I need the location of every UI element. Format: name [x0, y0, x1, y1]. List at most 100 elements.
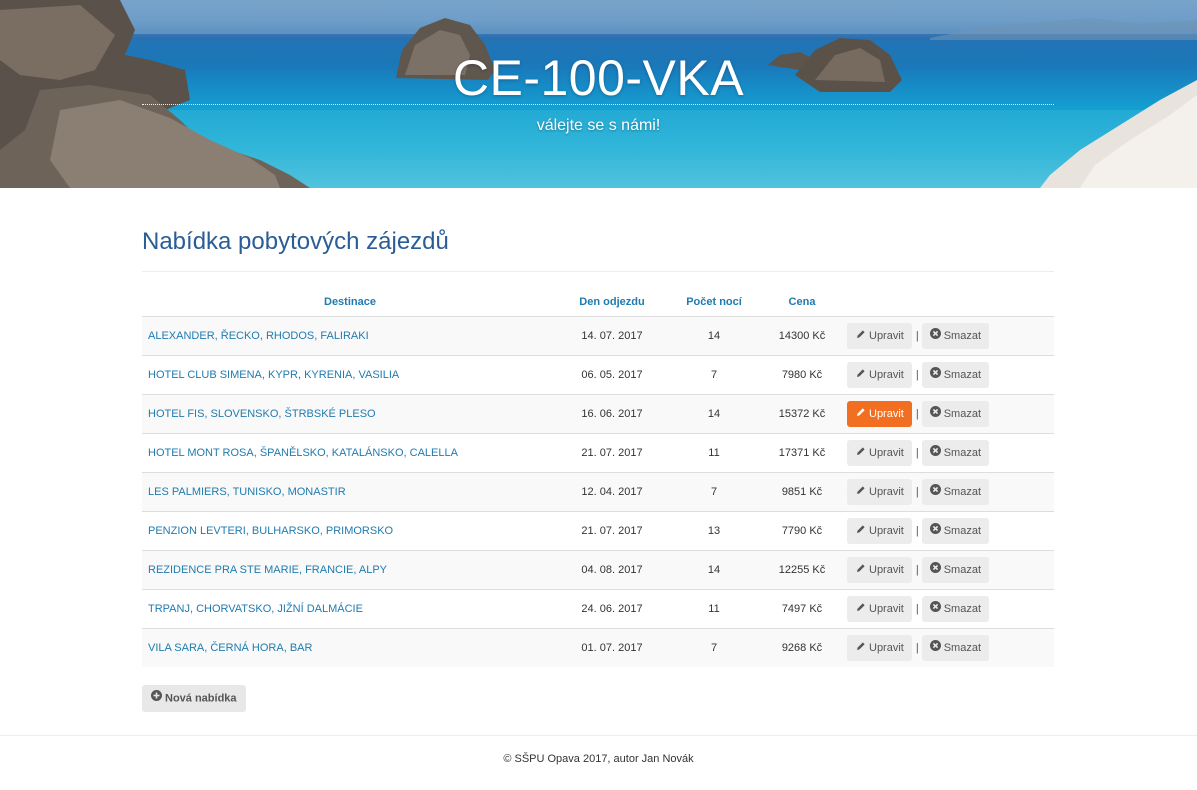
table-row: HOTEL MONT ROSA, ŠPANĚLSKO, KATALÁNSKO, …: [142, 433, 1054, 473]
edit-button[interactable]: Upravit: [847, 440, 912, 466]
row-actions: Upravit | Smazat: [842, 628, 1054, 667]
delete-button[interactable]: Smazat: [921, 557, 989, 583]
edit-button[interactable]: Upravit: [847, 479, 912, 505]
delete-label: Smazat: [943, 603, 981, 615]
delete-button[interactable]: Smazat: [921, 401, 989, 427]
table-row: ALEXANDER, ŘECKO, RHODOS, FALIRAKI 14. 07…: [142, 316, 1054, 356]
departure-date: 06. 05. 2017: [558, 355, 666, 395]
row-actions: Upravit | Smazat: [842, 589, 1054, 629]
nights-count: 7: [666, 628, 762, 667]
departure-date: 12. 04. 2017: [558, 472, 666, 512]
action-separator: |: [915, 642, 919, 654]
destination-link[interactable]: REZIDENCE PRA STE MARIE, FRANCIE, ALPY: [142, 550, 558, 590]
departure-date: 21. 07. 2017: [558, 433, 666, 473]
destination-link[interactable]: TRPANJ, CHORVATSKO, JIŽNÍ DALMÁCIE: [142, 589, 558, 629]
pencil-icon: [855, 362, 866, 388]
remove-circle-icon: [929, 596, 941, 622]
row-actions: Upravit | Smazat: [842, 511, 1054, 551]
action-separator: |: [915, 486, 919, 498]
row-actions: Upravit | Smazat: [842, 394, 1054, 434]
plus-circle-icon: [151, 685, 162, 712]
table-row: REZIDENCE PRA STE MARIE, FRANCIE, ALPY 04…: [142, 550, 1054, 590]
title-divider: [142, 104, 1054, 105]
edit-button[interactable]: Upravit: [847, 557, 912, 583]
destination-link[interactable]: PENZION LEVTERI, BULHARSKO, PRIMORSKO: [142, 511, 558, 551]
departure-date: 24. 06. 2017: [558, 589, 666, 629]
edit-label: Upravit: [869, 603, 904, 615]
pencil-icon: [855, 440, 866, 466]
pencil-icon: [855, 557, 866, 583]
destination-link[interactable]: ALEXANDER, ŘECKO, RHODOS, FALIRAKI: [142, 316, 558, 356]
remove-circle-icon: [929, 557, 941, 583]
destination-link[interactable]: VILA SARA, ČERNÁ HORA, BAR: [142, 628, 558, 667]
pencil-icon: [855, 596, 866, 622]
heading-divider: [142, 271, 1054, 272]
price-value: 9268 Kč: [762, 628, 842, 667]
edit-label: Upravit: [869, 642, 904, 654]
page-title: Nabídka pobytových zájezdů: [142, 228, 449, 255]
departure-date: 16. 06. 2017: [558, 394, 666, 434]
nights-count: 14: [666, 316, 762, 356]
table-row: TRPANJ, CHORVATSKO, JIŽNÍ DALMÁCIE 24. 06…: [142, 589, 1054, 629]
edit-button[interactable]: Upravit: [847, 518, 912, 544]
column-header-nights[interactable]: Počet nocí: [666, 288, 762, 317]
edit-button[interactable]: Upravit: [847, 401, 912, 427]
destination-link[interactable]: HOTEL MONT ROSA, ŠPANĚLSKO, KATALÁNSKO, …: [142, 433, 558, 473]
remove-circle-icon: [929, 635, 941, 661]
delete-button[interactable]: Smazat: [921, 635, 989, 661]
price-value: 7980 Kč: [762, 355, 842, 395]
action-separator: |: [915, 330, 919, 342]
price-value: 14300 Kč: [762, 316, 842, 356]
action-separator: |: [915, 603, 919, 615]
delete-button[interactable]: Smazat: [921, 362, 989, 388]
destination-link[interactable]: HOTEL FIS, SLOVENSKO, ŠTRBSKÉ PLESO: [142, 394, 558, 434]
column-header-destination[interactable]: Destinace: [142, 288, 558, 317]
remove-circle-icon: [929, 401, 941, 427]
action-separator: |: [915, 447, 919, 459]
delete-button[interactable]: Smazat: [921, 596, 989, 622]
delete-label: Smazat: [943, 447, 981, 459]
pencil-icon: [855, 518, 866, 544]
delete-button[interactable]: Smazat: [921, 479, 989, 505]
edit-button[interactable]: Upravit: [847, 635, 912, 661]
action-separator: |: [915, 408, 919, 420]
new-offer-button[interactable]: Nová nabídka: [142, 685, 246, 712]
price-value: 17371 Kč: [762, 433, 842, 473]
pencil-icon: [855, 635, 866, 661]
remove-circle-icon: [929, 518, 941, 544]
price-value: 7790 Kč: [762, 511, 842, 551]
new-offer-label: Nová nabídka: [165, 692, 237, 705]
delete-label: Smazat: [943, 525, 981, 537]
price-value: 15372 Kč: [762, 394, 842, 434]
row-actions: Upravit | Smazat: [842, 355, 1054, 395]
site-title: CE-100-VKA: [452, 50, 745, 106]
delete-button[interactable]: Smazat: [921, 323, 989, 349]
row-actions: Upravit | Smazat: [842, 316, 1054, 356]
column-header-date[interactable]: Den odjezdu: [558, 288, 666, 317]
row-actions: Upravit | Smazat: [842, 550, 1054, 590]
edit-button[interactable]: Upravit: [847, 323, 912, 349]
pencil-icon: [855, 479, 866, 505]
destination-link[interactable]: LES PALMIERS, TUNISKO, MONASTIR: [142, 472, 558, 512]
nights-count: 11: [666, 589, 762, 629]
delete-button[interactable]: Smazat: [921, 518, 989, 544]
departure-date: 21. 07. 2017: [558, 511, 666, 551]
table-row: LES PALMIERS, TUNISKO, MONASTIR 12. 04. 2…: [142, 472, 1054, 512]
price-value: 12255 Kč: [762, 550, 842, 590]
departure-date: 04. 08. 2017: [558, 550, 666, 590]
delete-label: Smazat: [943, 408, 981, 420]
edit-label: Upravit: [869, 564, 904, 576]
delete-label: Smazat: [943, 564, 981, 576]
delete-button[interactable]: Smazat: [921, 440, 989, 466]
nights-count: 14: [666, 394, 762, 434]
column-header-price[interactable]: Cena: [762, 288, 842, 317]
column-header-actions: [842, 288, 1054, 317]
edit-label: Upravit: [869, 525, 904, 537]
destination-link[interactable]: HOTEL CLUB SIMENA, KYPR, KYRENIA, VASILI…: [142, 355, 558, 395]
site-subtitle: válejte se s námi!: [536, 117, 661, 134]
footer-text: © SŠPU Opava 2017, autor Jan Novák: [503, 753, 694, 765]
edit-button[interactable]: Upravit: [847, 596, 912, 622]
pencil-icon: [855, 401, 866, 427]
action-separator: |: [915, 525, 919, 537]
edit-button[interactable]: Upravit: [847, 362, 912, 388]
